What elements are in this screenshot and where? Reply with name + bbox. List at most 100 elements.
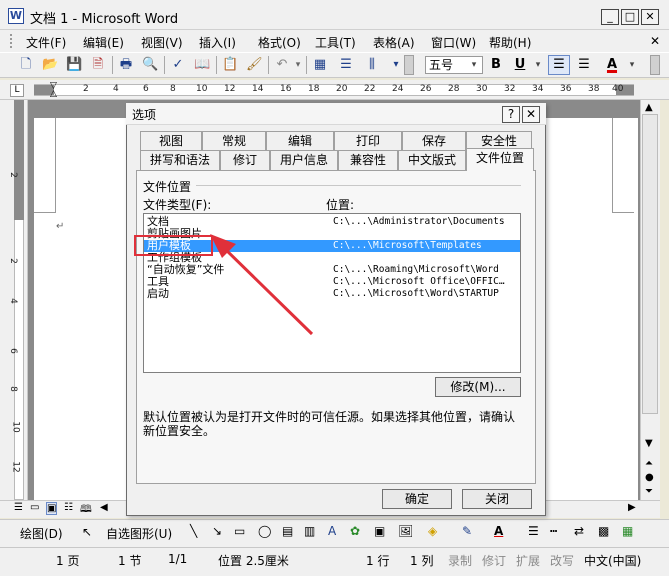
toolbar-chevron-icon[interactable]	[404, 55, 414, 75]
open-folder-icon[interactable]: 📂	[42, 57, 58, 73]
tab-spelling-grammar[interactable]: 拼写和语法	[140, 150, 220, 170]
format-painter-icon[interactable]: 🖌	[246, 57, 263, 73]
tab-save[interactable]: 保存	[402, 131, 466, 151]
font-color-button[interactable]: A	[604, 57, 620, 73]
normal-view-icon[interactable]: ☰	[14, 502, 23, 513]
tab-general[interactable]: 常规	[202, 131, 266, 151]
justify-icon[interactable]: ☰	[576, 57, 592, 73]
indent-marker-icon[interactable]: ▽ △	[50, 82, 60, 99]
tab-print[interactable]: 打印	[334, 131, 402, 151]
oval-tool-icon[interactable]: ◯	[258, 524, 271, 538]
menu-view[interactable]: 视图(V)	[141, 34, 183, 51]
undo-dropdown-icon[interactable]: ▾	[290, 57, 306, 73]
menu-table[interactable]: 表格(A)	[373, 34, 415, 51]
arrow-tool-icon[interactable]: ↘	[212, 524, 222, 538]
menu-format[interactable]: 格式(O)	[258, 34, 301, 51]
permission-icon[interactable]: 🗎	[90, 57, 106, 73]
3d-style-icon[interactable]: ▦	[622, 524, 633, 538]
spelling-icon[interactable]: ✓	[170, 57, 186, 73]
reading-view-icon[interactable]: 🕮	[80, 502, 92, 519]
status-trk[interactable]: 修订	[482, 552, 506, 569]
scroll-left-icon[interactable]: ◀	[100, 502, 108, 513]
insert-table-icon[interactable]: ▦	[312, 57, 328, 73]
status-ovr[interactable]: 改写	[550, 552, 574, 569]
textbox-tool-icon[interactable]: ▤	[282, 524, 293, 538]
scroll-up-icon[interactable]: ▲	[645, 102, 653, 113]
scroll-down-icon[interactable]: ▼	[645, 438, 653, 449]
close-button[interactable]: 关闭	[462, 489, 532, 509]
menubar-grip[interactable]	[10, 34, 14, 48]
dialog-close-button[interactable]: ✕	[522, 106, 540, 123]
toolbar2-chevron-icon[interactable]	[650, 55, 660, 75]
line-style-icon[interactable]: ☰	[528, 524, 539, 538]
paste-icon[interactable]: 📋	[222, 57, 238, 73]
research-icon[interactable]: 📖	[194, 57, 210, 73]
clipart-icon[interactable]: ▣	[374, 524, 385, 538]
autoshapes-button[interactable]: 自选图形(U)	[106, 525, 172, 542]
tab-edit[interactable]: 编辑	[266, 131, 334, 151]
undo-icon[interactable]: ↶	[274, 57, 290, 73]
rectangle-tool-icon[interactable]: ▭	[234, 524, 245, 538]
print-view-icon[interactable]: ▣	[46, 502, 58, 515]
tab-compatibility[interactable]: 兼容性	[338, 150, 398, 170]
status-rec[interactable]: 录制	[448, 552, 472, 569]
line-color-icon[interactable]: ✎	[462, 524, 472, 538]
previous-page-icon[interactable]: ⏶	[645, 458, 653, 469]
next-page-icon[interactable]: ⏷	[645, 486, 653, 497]
print-icon[interactable]: 🖶	[118, 57, 134, 73]
columns-icon[interactable]: ☰	[338, 57, 354, 73]
draw-menu-button[interactable]: 绘图(D)	[20, 525, 63, 542]
menu-tools[interactable]: 工具(T)	[315, 34, 356, 51]
diagram-icon[interactable]: ✿	[350, 524, 360, 538]
underline-button[interactable]: U	[512, 57, 528, 73]
tab-selector-icon[interactable]: L	[10, 84, 24, 97]
select-objects-icon[interactable]: ↖	[82, 525, 92, 539]
outline-view-icon[interactable]: ☷	[64, 502, 73, 513]
word-app-icon[interactable]: W	[8, 8, 24, 24]
drawing-toggle-icon[interactable]: ⫼	[364, 57, 380, 73]
help-button[interactable]: ?	[502, 106, 520, 123]
doc-close-icon[interactable]: ✕	[650, 34, 660, 48]
arrow-style-icon[interactable]: ⇄	[574, 524, 584, 538]
underline-dropdown-icon[interactable]: ▾	[530, 57, 546, 73]
shadow-style-icon[interactable]: ▩	[598, 524, 609, 538]
new-document-icon[interactable]: 🗋	[18, 57, 34, 73]
web-view-icon[interactable]: ▭	[30, 502, 39, 513]
close-window-button[interactable]: ✕	[641, 9, 659, 25]
tab-file-locations[interactable]: 文件位置	[466, 148, 534, 171]
ok-button[interactable]: 确定	[382, 489, 452, 509]
menu-window[interactable]: 窗口(W)	[431, 34, 476, 51]
tab-track-changes[interactable]: 修订	[220, 150, 270, 170]
dash-style-icon[interactable]: ┅	[550, 524, 557, 538]
scrollbar-thumb[interactable]	[642, 114, 658, 414]
tab-user-info[interactable]: 用户信息	[270, 150, 338, 170]
toolbar-options-icon[interactable]: ▾	[388, 57, 404, 73]
vertical-textbox-icon[interactable]: ▥	[304, 524, 315, 538]
menu-insert[interactable]: 插入(I)	[199, 34, 236, 51]
minimize-button[interactable]: _	[601, 9, 619, 25]
save-icon[interactable]: 💾	[66, 57, 82, 73]
dialog-title-bar[interactable]	[126, 103, 546, 125]
menu-edit[interactable]: 编辑(E)	[83, 34, 124, 51]
menu-help[interactable]: 帮助(H)	[489, 34, 531, 51]
picture-icon[interactable]: 🖼	[398, 524, 413, 538]
draw-font-color-icon[interactable]: A	[494, 524, 503, 538]
fill-color-icon[interactable]: ◈	[428, 524, 437, 538]
browse-object-icon[interactable]: ●	[645, 472, 654, 483]
line-tool-icon[interactable]: ╲	[190, 524, 197, 538]
font-size-dropdown-icon[interactable]: ▾	[466, 57, 482, 73]
tab-asian-typography[interactable]: 中文版式	[398, 150, 466, 170]
bold-button[interactable]: B	[488, 57, 504, 73]
tab-view[interactable]: 视图	[140, 131, 202, 151]
ruler-number: 24	[392, 84, 404, 94]
ruler-number: 28	[448, 84, 460, 94]
print-preview-icon[interactable]: 🔍	[142, 57, 158, 73]
maximize-button[interactable]: □	[621, 9, 639, 25]
font-color-dropdown-icon[interactable]: ▾	[624, 57, 640, 73]
status-ext[interactable]: 扩展	[516, 552, 540, 569]
scroll-right-icon[interactable]: ▶	[628, 502, 636, 513]
menu-file[interactable]: 文件(F)	[26, 34, 66, 51]
group-divider	[196, 185, 521, 186]
wordart-icon[interactable]: A	[328, 524, 336, 538]
modify-button[interactable]: 修改(M)...	[435, 377, 521, 397]
